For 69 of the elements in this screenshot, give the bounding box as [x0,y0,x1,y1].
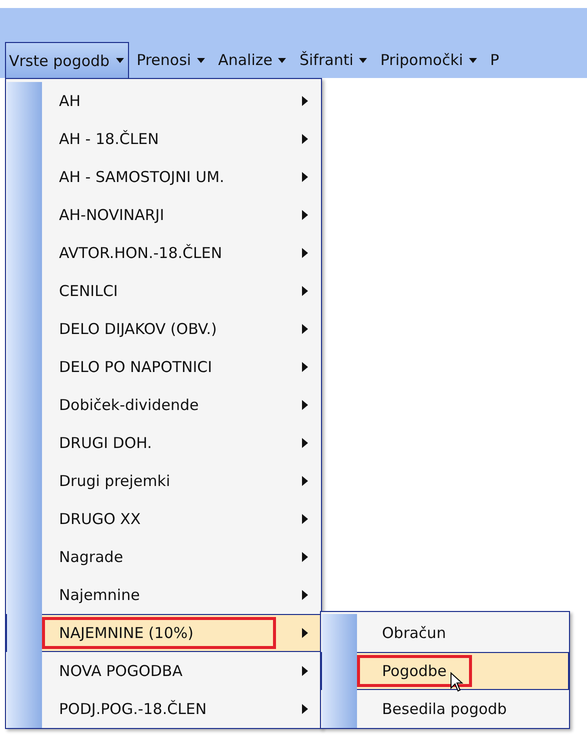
submenu-arrow-icon [302,438,308,448]
menu-item[interactable]: AH [6,82,321,120]
submenu-arrow-icon [302,96,308,106]
submenu-arrow-icon [302,134,308,144]
menu-item[interactable]: DELO PO NAPOTNICI [6,348,321,386]
submenu-arrow-icon [302,590,308,600]
menu-item[interactable]: PODJ.POG.-18.ČLEN [6,690,321,728]
submenu-arrow-icon [302,172,308,182]
submenu-arrow-icon [302,362,308,372]
submenu-arrow-icon [302,476,308,486]
menu-item[interactable]: Obračun [321,614,569,652]
menu-bar-item[interactable]: P [486,42,504,78]
menu-item[interactable]: Besedila pogodb [321,690,569,728]
menu-item-label: CENILCI [58,281,119,302]
menu-item-label: PODJ.POG.-18.ČLEN [58,699,208,720]
menu-item[interactable]: DRUGI DOH. [6,424,321,462]
caret-icon [469,58,478,62]
menu-item[interactable]: Nagrade [6,538,321,576]
menu-item[interactable]: AH - SAMOSTOJNI UM. [6,158,321,196]
menu-item-label: Nagrade [58,547,124,568]
menu-item[interactable]: NOVA POGODBA [6,652,321,690]
menu-item-label: AH - 18.ČLEN [58,129,160,150]
menu-item[interactable]: NAJEMNINE (10%) [6,614,321,652]
menu-item[interactable]: AVTOR.HON.-18.ČLEN [6,234,321,272]
submenu-arrow-icon [302,666,308,676]
mouse-pointer-icon [450,672,464,692]
menu-bar-item[interactable]: Pripomočki [376,42,482,78]
menu-item[interactable]: Pogodbe [321,652,569,690]
menu-item[interactable]: DRUGO XX [6,500,321,538]
menu-item-label: Drugi prejemki [58,471,172,492]
menu-item[interactable]: CENILCI [6,272,321,310]
menu-item[interactable]: AH-NOVINARJI [6,196,321,234]
menu-item-label: AH [58,91,82,112]
menu-item-label: AH - SAMOSTOJNI UM. [58,167,226,188]
menu-item-label: AH-NOVINARJI [58,205,166,226]
submenu-arrow-icon [302,248,308,258]
submenu-arrow-icon [302,400,308,410]
menu-item-label: Dobiček-dividende [58,395,200,416]
menu-item-label: DELO PO NAPOTNICI [58,357,214,378]
caret-icon [116,58,124,63]
menu-item-label: Najemnine [58,585,141,606]
submenu-arrow-icon [302,628,308,638]
submenu-arrow-icon [302,286,308,296]
menu-item-label: DELO DIJAKOV (OBV.) [58,319,218,340]
menu-bar-item[interactable]: Prenosi [132,42,210,78]
menu-item-label: Besedila pogodb [381,699,508,720]
menu-item-label: DRUGO XX [58,509,142,530]
menu-item-label: AVTOR.HON.-18.ČLEN [58,243,224,264]
submenu-arrow-icon [302,210,308,220]
menu-item-label: Obračun [381,623,447,644]
caret-icon [278,58,286,62]
submenu-arrow-icon [302,324,308,334]
menu-item-label: DRUGI DOH. [58,433,153,454]
menu-bar-item[interactable]: Šifranti [295,42,372,78]
menu-item-label: Pogodbe [357,655,472,687]
menu-item[interactable]: Drugi prejemki [6,462,321,500]
menu-bar-item[interactable]: Analize [214,42,292,78]
menu-item-label: NAJEMNINE (10%) [42,617,276,649]
menu-item[interactable]: DELO DIJAKOV (OBV.) [6,310,321,348]
submenu-arrow-icon [302,514,308,524]
menu-item[interactable]: Dobiček-dividende [6,386,321,424]
submenu-arrow-icon [302,552,308,562]
menu-item-label: NOVA POGODBA [58,661,184,682]
caret-icon [359,58,368,62]
menu-bar-item[interactable]: Vrste pogodb [5,42,129,78]
submenu-arrow-icon [302,704,308,714]
menu-item[interactable]: AH - 18.ČLEN [6,120,321,158]
menu-item[interactable]: Najemnine [6,576,321,614]
caret-icon [197,58,206,62]
